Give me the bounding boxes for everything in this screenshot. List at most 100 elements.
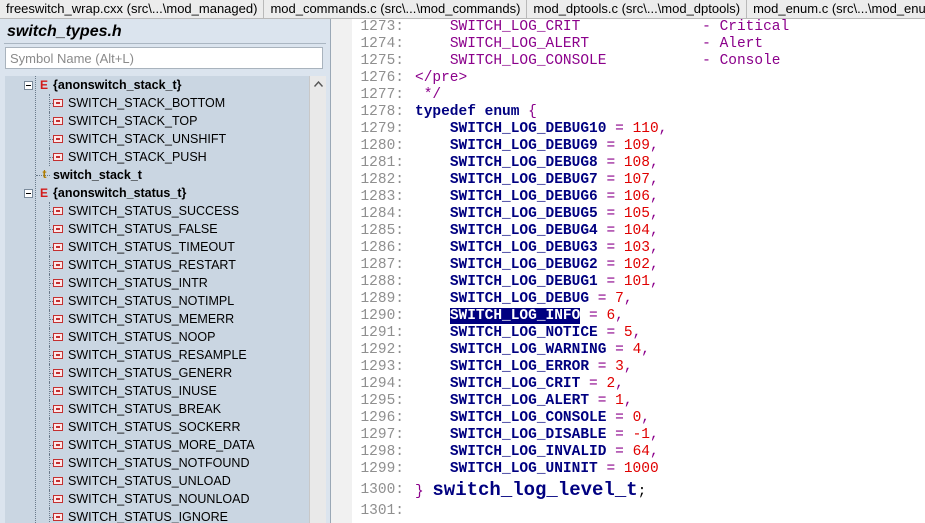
enum-member-icon	[53, 117, 63, 125]
equals-sign: =	[597, 291, 607, 307]
tree-member-node[interactable]: SWITCH_STACK_PUSH	[5, 148, 309, 166]
enum-name[interactable]: SWITCH_LOG_NOTICE	[450, 325, 598, 341]
tree-node-label: SWITCH_STATUS_NOUNLOAD	[68, 492, 250, 506]
enum-name[interactable]: SWITCH_LOG_DEBUG8	[450, 155, 598, 171]
enum-name[interactable]: SWITCH_LOG_DEBUG5	[450, 206, 598, 222]
equals-sign: =	[606, 172, 616, 188]
line-text: SWITCH_LOG_DEBUG2 = 102,	[415, 257, 659, 274]
enum-member-icon	[53, 369, 63, 377]
scroll-up-button[interactable]	[310, 76, 326, 92]
code-line: 1297: SWITCH_LOG_DISABLE = -1,	[352, 427, 925, 444]
editor-tab[interactable]: mod_dptools.c (src\...\mod_dptools)	[527, 0, 748, 18]
code-line: 1277: */	[352, 87, 925, 104]
tree-member-node[interactable]: SWITCH_STATUS_IGNORE	[5, 508, 309, 523]
tree-member-node[interactable]: SWITCH_STATUS_SUCCESS	[5, 202, 309, 220]
enum-name[interactable]: SWITCH_LOG_CONSOLE	[450, 410, 607, 426]
enum-name[interactable]: SWITCH_LOG_DISABLE	[450, 427, 607, 443]
line-number: 1301:	[360, 503, 404, 519]
tree-member-node[interactable]: SWITCH_STATUS_UNLOAD	[5, 472, 309, 490]
tree-member-node[interactable]: SWITCH_STATUS_FALSE	[5, 220, 309, 238]
tree-member-node[interactable]: SWITCH_STACK_UNSHIFT	[5, 130, 309, 148]
enum-name[interactable]: SWITCH_LOG_CRIT	[450, 376, 581, 392]
code-line: 1292: SWITCH_LOG_WARNING = 4,	[352, 342, 925, 359]
line-number: 1298:	[360, 444, 404, 460]
tree-member-node[interactable]: SWITCH_STATUS_SOCKERR	[5, 418, 309, 436]
tree-member-node[interactable]: SWITCH_STATUS_RESAMPLE	[5, 346, 309, 364]
enum-name[interactable]: SWITCH_LOG_DEBUG9	[450, 138, 598, 154]
enum-name[interactable]: SWITCH_LOG_DEBUG6	[450, 189, 598, 205]
tree-scrollbar[interactable]	[309, 76, 326, 523]
symbol-search-input[interactable]	[5, 47, 323, 69]
enum-name[interactable]: SWITCH_LOG_INVALID	[450, 444, 607, 460]
tree-node-label: SWITCH_STATUS_SOCKERR	[68, 420, 241, 434]
enum-name[interactable]: SWITCH_LOG_DEBUG2	[450, 257, 598, 273]
enum-name[interactable]: SWITCH_LOG_DEBUG4	[450, 223, 598, 239]
enum-member-icon	[53, 99, 63, 107]
tree-member-node[interactable]: SWITCH_STATUS_NOTIMPL	[5, 292, 309, 310]
comma: ,	[623, 291, 633, 307]
enum-name[interactable]: SWITCH_LOG_ALERT	[450, 393, 589, 409]
tree-member-node[interactable]: SWITCH_STATUS_NOUNLOAD	[5, 490, 309, 508]
line-text: SWITCH_LOG_DEBUG3 = 103,	[415, 240, 659, 257]
tree-enum-node[interactable]: E {anonswitch_status_t}	[5, 184, 309, 202]
line-text: SWITCH_LOG_NOTICE = 5,	[415, 325, 641, 342]
tree-member-node[interactable]: SWITCH_STATUS_NOTFOUND	[5, 454, 309, 472]
enum-name[interactable]: SWITCH_LOG_DEBUG	[450, 291, 589, 307]
tree-node-label: SWITCH_STATUS_SUCCESS	[68, 204, 240, 218]
enum-name[interactable]: SWITCH_LOG_UNINIT	[450, 461, 598, 477]
tree-member-node[interactable]: SWITCH_STATUS_INUSE	[5, 382, 309, 400]
enum-member-icon	[53, 279, 63, 287]
enum-member-icon	[53, 315, 63, 323]
tree-member-node[interactable]: SWITCH_STATUS_NOOP	[5, 328, 309, 346]
typedef-name[interactable]: switch_log_level_t	[432, 479, 637, 501]
enum-member-icon	[53, 207, 63, 215]
tree-member-node[interactable]: SWITCH_STATUS_TIMEOUT	[5, 238, 309, 256]
tree-member-node[interactable]: SWITCH_STATUS_RESTART	[5, 256, 309, 274]
code-editor[interactable]: 1273: SWITCH_LOG_CRIT - Critical 1274: SW…	[331, 19, 925, 523]
line-number: 1282:	[360, 172, 404, 188]
tree-member-node[interactable]: SWITCH_STACK_TOP	[5, 112, 309, 130]
tree-typedef-node[interactable]: t switch_stack_t	[5, 166, 309, 184]
enum-name[interactable]: SWITCH_LOG_DEBUG1	[450, 274, 598, 290]
comma: ,	[623, 393, 633, 409]
editor-tab[interactable]: freeswitch_wrap.cxx (src\...\mod_managed…	[0, 0, 265, 18]
code-line: 1301:	[352, 503, 925, 520]
enum-name[interactable]: SWITCH_LOG_WARNING	[450, 342, 607, 358]
enum-name[interactable]: SWITCH_LOG_DEBUG3	[450, 240, 598, 256]
symbol-tree[interactable]: E {anonswitch_stack_t} SWITCH_STACK_BOTTOM…	[5, 76, 309, 523]
line-text: SWITCH_LOG_DEBUG10 = 110,	[415, 121, 668, 138]
selected-enum-name[interactable]: SWITCH_LOG_INFO	[449, 308, 581, 324]
comma: ,	[615, 376, 624, 392]
tree-member-node[interactable]: SWITCH_STATUS_INTR	[5, 274, 309, 292]
line-text: SWITCH_LOG_DEBUG1 = 101,	[415, 274, 659, 291]
code-line: 1280: SWITCH_LOG_DEBUG9 = 109,	[352, 138, 925, 155]
line-number: 1299:	[360, 461, 404, 477]
line-text: SWITCH_LOG_CONSOLE - Console	[415, 53, 781, 70]
enum-value: 64	[632, 444, 650, 460]
enum-member-icon	[53, 153, 63, 161]
line-text: SWITCH_LOG_ERROR = 3,	[415, 359, 633, 376]
equals-sign: =	[615, 342, 624, 358]
enum-value: 107	[623, 172, 650, 188]
enum-value: 3	[615, 359, 624, 375]
tree-node-label: SWITCH_STACK_TOP	[68, 114, 198, 128]
tree-member-node[interactable]: SWITCH_STATUS_MORE_DATA	[5, 436, 309, 454]
enum-name[interactable]: SWITCH_LOG_ERROR	[450, 359, 589, 375]
comma: ,	[649, 206, 659, 222]
enum-member-icon	[53, 495, 63, 503]
enum-name[interactable]: SWITCH_LOG_DEBUG10	[450, 121, 607, 137]
tree-member-node[interactable]: SWITCH_STATUS_GENERR	[5, 364, 309, 382]
editor-tab[interactable]: mod_commands.c (src\...\mod_commands)	[264, 0, 528, 18]
enum-name[interactable]: SWITCH_LOG_DEBUG7	[450, 172, 598, 188]
line-number: 1296:	[360, 410, 404, 426]
collapse-icon[interactable]	[24, 81, 33, 90]
tree-member-node[interactable]: SWITCH_STATUS_BREAK	[5, 400, 309, 418]
collapse-icon[interactable]	[24, 189, 33, 198]
code-line: 1276: </pre>	[352, 70, 925, 87]
comma: ,	[649, 257, 659, 273]
tree-member-node[interactable]: SWITCH_STATUS_MEMERR	[5, 310, 309, 328]
tree-enum-node[interactable]: E {anonswitch_stack_t}	[5, 76, 309, 94]
tree-member-node[interactable]: SWITCH_STACK_BOTTOM	[5, 94, 309, 112]
code-line: 1300:} switch_log_level_t;	[352, 478, 925, 503]
editor-tab[interactable]: mod_enum.c (src\...\mod_enum)	[747, 0, 925, 18]
